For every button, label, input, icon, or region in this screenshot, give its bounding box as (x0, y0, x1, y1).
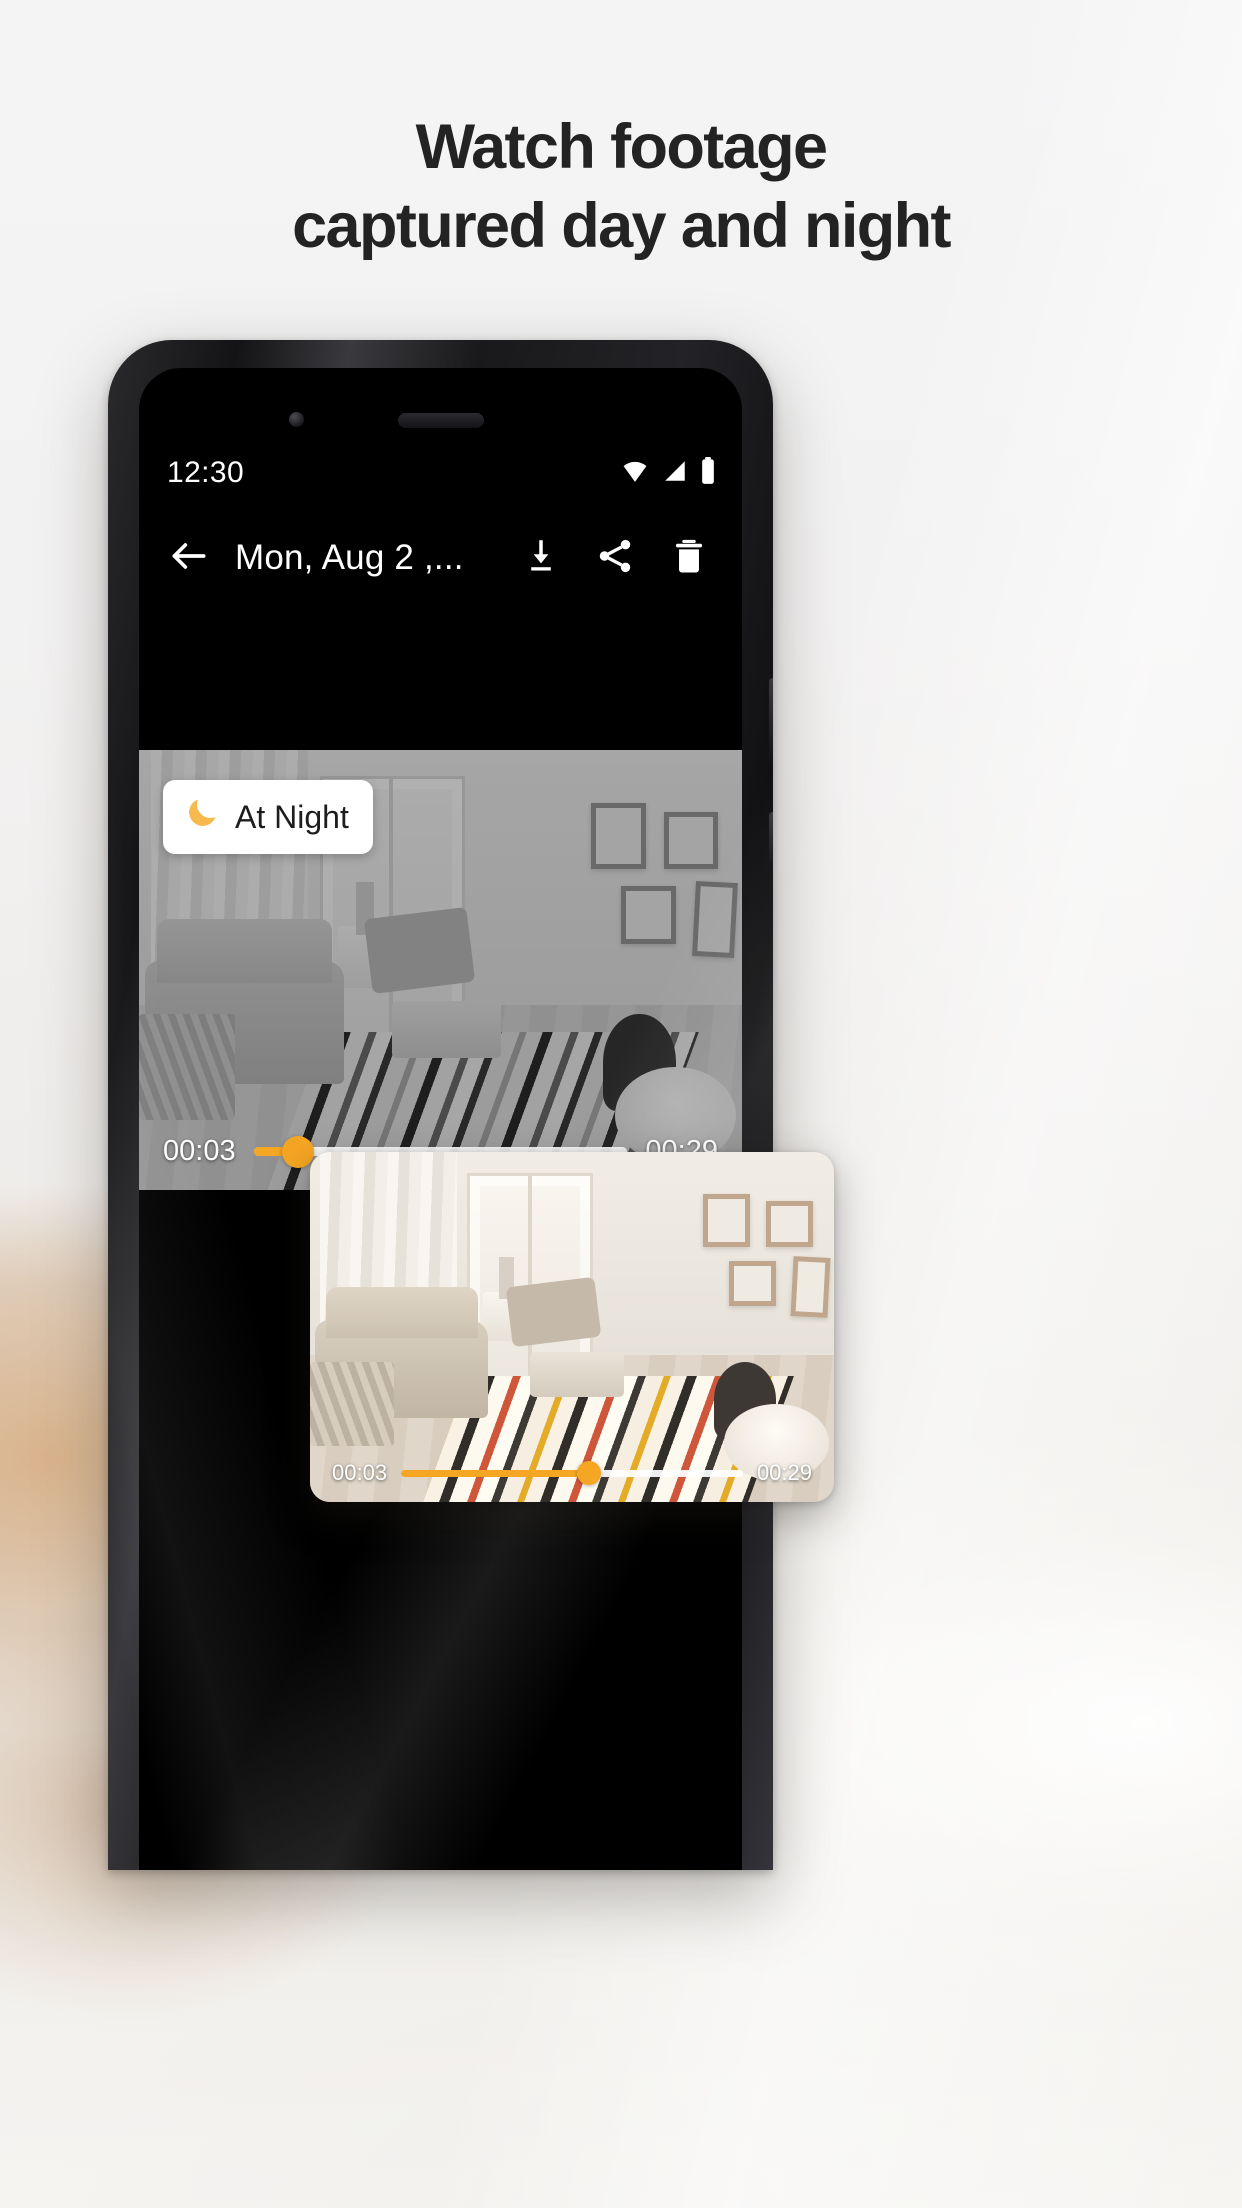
trash-icon (668, 535, 710, 582)
total-time-day: 00:29 (756, 1460, 812, 1485)
headline-line-1: Watch footage (415, 112, 828, 182)
status-badge-label: At Night (235, 798, 349, 835)
share-button[interactable] (584, 527, 646, 589)
status-bar-icons (620, 456, 716, 490)
seek-thumb-day[interactable] (577, 1461, 602, 1485)
cellular-signal-icon (661, 458, 689, 489)
power-button[interactable] (769, 678, 773, 764)
progress-fill-day (401, 1469, 590, 1477)
status-badge: At Night (163, 780, 373, 854)
video-player-day-inset[interactable]: 00:03 00:29 (310, 1152, 834, 1502)
wifi-icon (620, 458, 650, 489)
battery-icon (700, 456, 716, 490)
back-button[interactable] (159, 528, 219, 588)
earpiece-speaker (397, 413, 484, 428)
seek-slider-day[interactable] (401, 1461, 743, 1485)
share-icon (594, 535, 636, 582)
video-progress-bar-day: 00:03 00:29 (310, 1460, 834, 1486)
volume-button[interactable] (769, 812, 773, 864)
status-bar-clock: 12:30 (167, 456, 245, 489)
current-time-night: 00:03 (163, 1135, 236, 1167)
back-arrow-icon (167, 534, 211, 583)
video-player-night[interactable]: At Night 00:03 00:29 (139, 750, 742, 1190)
day-footage-frame (310, 1152, 834, 1502)
phone-screen: 12:30 Mon, Aug 2 ,... At Night 00:03 00:… (139, 368, 742, 1870)
delete-button[interactable] (658, 527, 720, 589)
app-toolbar: Mon, Aug 2 ,... (139, 510, 742, 606)
headline-line-2: captured day and night (292, 191, 951, 261)
front-camera-icon (289, 412, 304, 427)
toolbar-title: Mon, Aug 2 ,... (235, 538, 464, 577)
download-button[interactable] (510, 527, 572, 589)
status-bar: 12:30 (139, 444, 742, 502)
current-time-day: 00:03 (332, 1460, 388, 1485)
download-icon (520, 535, 562, 582)
page-title: Watch footage captured day and night (0, 108, 1242, 266)
moon-icon (183, 794, 221, 840)
phone-mockup: 12:30 Mon, Aug 2 ,... At Night 00:03 00:… (108, 340, 773, 1870)
